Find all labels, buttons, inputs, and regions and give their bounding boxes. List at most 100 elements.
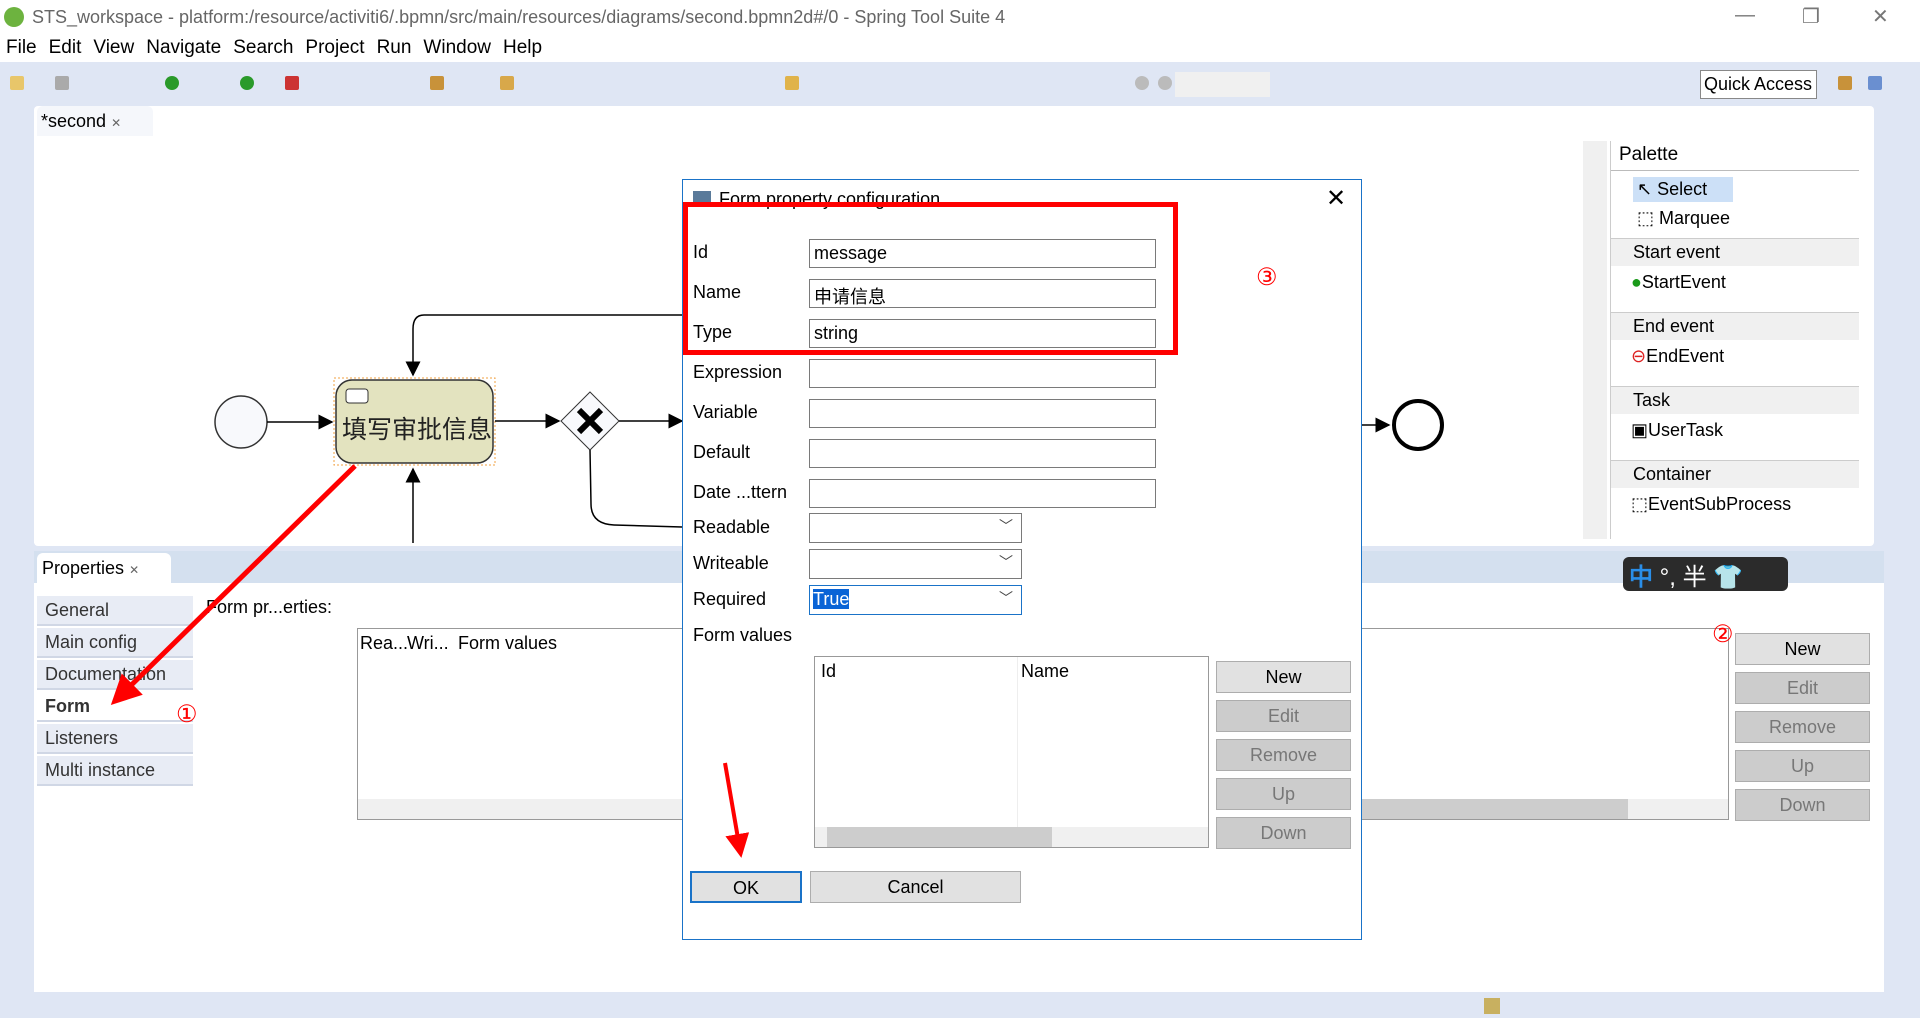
form-values-label: Form values xyxy=(693,625,793,645)
status-icon xyxy=(1484,998,1500,1014)
palette-item-endevent[interactable]: ⊖EndEvent xyxy=(1631,346,1724,367)
column-header-readable[interactable]: Rea... xyxy=(360,633,408,654)
editor-tab-label: *second xyxy=(41,111,107,131)
prop-remove-button[interactable]: Remove xyxy=(1735,711,1870,743)
form-values-table[interactable]: Id Name xyxy=(814,656,1209,848)
end-event-icon: ⊖ xyxy=(1631,346,1647,366)
external-tools-icon[interactable] xyxy=(285,76,299,90)
open-type-icon[interactable] xyxy=(500,76,514,90)
required-select[interactable]: True ﹀ xyxy=(809,585,1022,615)
sync-icon[interactable] xyxy=(785,76,799,90)
chevron-down-icon: ﹀ xyxy=(999,590,1013,606)
editor-tab-second[interactable]: *second ✕ xyxy=(37,106,153,136)
debug-icon[interactable] xyxy=(165,76,179,90)
dialog-close-button[interactable]: ✕ xyxy=(1326,184,1346,213)
writeable-select[interactable]: ﹀ xyxy=(809,549,1022,579)
close-view-icon: ✕ xyxy=(129,563,140,577)
column-header-form-values[interactable]: Form values xyxy=(458,633,557,654)
default-input[interactable] xyxy=(809,439,1156,468)
palette-group-end-event[interactable]: End event xyxy=(1611,312,1859,340)
close-button[interactable]: ✕ xyxy=(1872,4,1889,29)
palette-tool-marquee[interactable]: ⬚ Marquee xyxy=(1637,208,1730,229)
prop-edit-button[interactable]: Edit xyxy=(1735,672,1870,704)
restore-button[interactable]: ❐ xyxy=(1802,4,1820,29)
zoom-combo[interactable] xyxy=(1175,72,1270,97)
palette-tool-select[interactable]: ↖ Select xyxy=(1633,177,1733,202)
prop-tab-main-config[interactable]: Main config xyxy=(37,628,193,658)
open-perspective-icon[interactable] xyxy=(1838,76,1852,90)
ime-punct: °, xyxy=(1659,564,1676,591)
menu-navigate[interactable]: Navigate xyxy=(146,37,221,59)
start-event[interactable] xyxy=(214,395,268,449)
dialog-new-button[interactable]: New xyxy=(1216,661,1351,693)
menu-window[interactable]: Window xyxy=(423,37,491,59)
menu-file[interactable]: File xyxy=(6,37,37,59)
menu-project[interactable]: Project xyxy=(305,37,364,59)
close-tab-icon[interactable]: ✕ xyxy=(111,116,121,130)
ime-width: 半 xyxy=(1682,564,1707,591)
new-package-icon[interactable] xyxy=(430,76,444,90)
menu-bar: File Edit View Navigate Search Project R… xyxy=(0,34,1920,62)
readable-select[interactable]: ﹀ xyxy=(809,513,1022,543)
save-icon[interactable] xyxy=(55,76,69,90)
properties-tab[interactable]: Properties ✕ xyxy=(37,553,171,585)
readable-label: Readable xyxy=(693,517,771,537)
palette-item-eventsubprocess[interactable]: ⬚EventSubProcess xyxy=(1631,494,1791,515)
palette-group-start-event[interactable]: Start event xyxy=(1611,238,1859,266)
palette-item-usertask[interactable]: ▣UserTask xyxy=(1631,420,1723,441)
annotation-3: ③ xyxy=(1256,264,1278,291)
date-pattern-label: Date ...ttern xyxy=(693,482,788,502)
writeable-label: Writeable xyxy=(693,553,769,573)
dialog-edit-button[interactable]: Edit xyxy=(1216,700,1351,732)
cancel-button[interactable]: Cancel xyxy=(810,871,1021,903)
ime-toolbar[interactable]: 中 °, 半 👕 xyxy=(1623,557,1788,591)
palette-group-container[interactable]: Container xyxy=(1611,460,1859,488)
menu-edit[interactable]: Edit xyxy=(49,37,82,59)
menu-run[interactable]: Run xyxy=(377,37,412,59)
column-header-name[interactable]: Name xyxy=(1021,661,1069,682)
prop-tab-general[interactable]: General xyxy=(37,596,193,626)
prop-up-button[interactable]: Up xyxy=(1735,750,1870,782)
dialog-up-button[interactable]: Up xyxy=(1216,778,1351,810)
new-icon[interactable] xyxy=(10,76,24,90)
dialog-remove-button[interactable]: Remove xyxy=(1216,739,1351,771)
menu-view[interactable]: View xyxy=(93,37,134,59)
sequence-flow[interactable] xyxy=(405,314,682,377)
palette: Palette ↖ Select ⬚ Marquee Start event ●… xyxy=(1610,141,1859,539)
annotation-highlight-box xyxy=(683,202,1178,355)
menu-search[interactable]: Search xyxy=(233,37,293,59)
prop-tab-form[interactable]: Form xyxy=(37,692,193,722)
prop-tab-documentation[interactable]: Documentation xyxy=(37,660,193,690)
perspective-icon[interactable] xyxy=(1868,76,1882,90)
prop-tab-multi-instance[interactable]: Multi instance xyxy=(37,756,193,786)
quick-access-input[interactable]: Quick Access xyxy=(1700,70,1817,99)
column-header-id[interactable]: Id xyxy=(821,661,836,682)
annotation-1: ① xyxy=(176,701,198,728)
prop-tab-listeners[interactable]: Listeners xyxy=(37,724,193,754)
prop-new-button[interactable]: New xyxy=(1735,633,1870,665)
toolbar xyxy=(0,66,1920,102)
run-icon[interactable] xyxy=(240,76,254,90)
zoom-out-icon[interactable] xyxy=(1135,76,1149,90)
end-event[interactable] xyxy=(1392,399,1444,451)
required-label: Required xyxy=(693,589,767,609)
palette-item-startevent[interactable]: ●StartEvent xyxy=(1631,272,1726,293)
prop-down-button[interactable]: Down xyxy=(1735,789,1870,821)
task-label: 填写审批信息 xyxy=(342,416,493,444)
palette-title: Palette xyxy=(1619,144,1679,165)
annotation-2: ② xyxy=(1712,621,1734,648)
status-bar xyxy=(0,994,1920,1018)
menu-help[interactable]: Help xyxy=(503,37,542,59)
palette-group-task[interactable]: Task xyxy=(1611,386,1859,414)
sequence-flow[interactable] xyxy=(589,449,683,528)
variable-input[interactable] xyxy=(809,399,1156,428)
column-header-writeable[interactable]: Wri... xyxy=(407,633,449,654)
date-pattern-input[interactable] xyxy=(809,479,1156,508)
ok-button[interactable]: OK xyxy=(690,871,802,903)
minimize-button[interactable]: — xyxy=(1735,4,1755,27)
expression-input[interactable] xyxy=(809,359,1156,388)
horizontal-scrollbar[interactable] xyxy=(815,827,1208,847)
dialog-down-button[interactable]: Down xyxy=(1216,817,1351,849)
zoom-in-icon[interactable] xyxy=(1158,76,1172,90)
canvas-vertical-scrollbar[interactable] xyxy=(1583,141,1607,539)
